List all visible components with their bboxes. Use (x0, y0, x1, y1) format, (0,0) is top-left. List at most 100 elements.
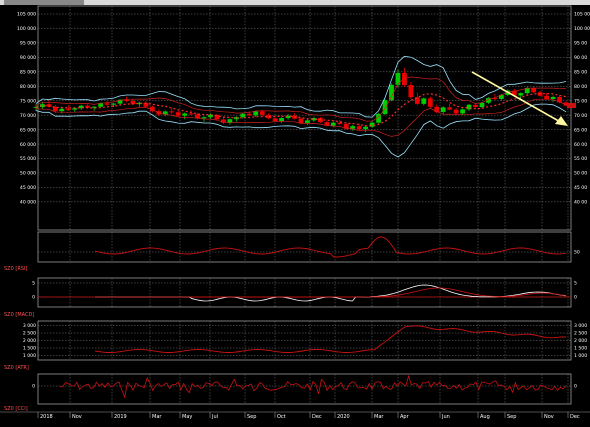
x-tick-label: 2020 (337, 414, 350, 420)
atr-right-tick-label: 3 000 (574, 323, 587, 329)
candle[interactable] (59, 108, 65, 112)
y-tick-label: 50 000 (20, 171, 36, 177)
y-tick-label: 80 000 (20, 84, 36, 90)
candle[interactable] (111, 103, 116, 105)
candle[interactable] (298, 118, 304, 123)
x-tick-label: Apr (400, 414, 410, 420)
y-right-tick-label: 45 00 (574, 185, 587, 191)
cci-line (59, 374, 567, 399)
candle[interactable] (440, 107, 446, 112)
x-tick-label: Sep (507, 414, 516, 420)
trading-chart[interactable]: 2018 Nov 2019 Mar May Jul Sep Oct Dec 2020 Mar Apr J… (0, 0, 590, 427)
candle[interactable] (460, 109, 465, 114)
candle[interactable] (473, 104, 478, 108)
candle[interactable] (453, 109, 459, 114)
macd-signal-line (95, 287, 567, 298)
candle[interactable] (350, 126, 356, 129)
candle[interactable] (272, 118, 278, 122)
y-right-tick-label: 55 00 (574, 156, 587, 162)
atr-line (94, 325, 566, 353)
panel-frame-cci (37, 373, 572, 405)
candle[interactable] (479, 102, 485, 108)
candle[interactable] (518, 93, 524, 96)
candle[interactable] (227, 119, 233, 123)
candle[interactable] (421, 98, 427, 104)
y-tick-label: 70 000 (20, 113, 36, 119)
y-right-tick-label: 60 00 (574, 142, 587, 148)
y-tick-label: 60 000 (20, 142, 36, 148)
cci-tick-label: 0 (32, 384, 35, 390)
y-right-tick-label: 65 00 (574, 127, 587, 133)
panel-frame-rsi (37, 231, 572, 263)
candle[interactable] (531, 87, 537, 93)
candle[interactable] (337, 122, 343, 125)
x-tick-label: Nov (544, 414, 554, 420)
candle[interactable] (124, 99, 129, 101)
atr-tick-label: 2 500 (23, 331, 36, 337)
candle[interactable] (395, 72, 401, 85)
y-tick-label: 105 000 (17, 12, 36, 18)
candle[interactable] (466, 104, 472, 110)
candle[interactable] (389, 84, 394, 101)
rsi-line (94, 236, 567, 258)
atr-right-tick-label: 2 000 (574, 338, 587, 344)
trend-arrow-line[interactable] (471, 71, 565, 125)
candle[interactable] (104, 103, 110, 105)
candle[interactable] (240, 113, 246, 118)
candle[interactable] (182, 113, 188, 116)
candle[interactable] (356, 126, 362, 130)
atr-tick-label: 3 000 (23, 323, 36, 329)
y-tick-label: 85 000 (20, 70, 36, 76)
candle[interactable] (330, 122, 336, 126)
candle[interactable] (427, 98, 433, 107)
candle[interactable] (402, 72, 407, 86)
candle[interactable] (246, 113, 252, 116)
candle[interactable] (408, 85, 414, 98)
macd-tick-label: 0 (32, 295, 35, 301)
candle[interactable] (550, 96, 556, 99)
trend-arrow-head (555, 116, 568, 126)
candle[interactable] (434, 106, 440, 112)
y-right-tick-label: 100 00 (574, 26, 590, 32)
macd-line (95, 284, 567, 302)
y-right-tick-label: 40 00 (574, 200, 587, 206)
candle[interactable] (188, 113, 194, 115)
candle[interactable] (175, 112, 181, 116)
candle[interactable] (259, 111, 265, 115)
y-right-tick-label: 50 00 (574, 171, 587, 177)
candle[interactable] (305, 120, 310, 123)
y-tick-label: 65 000 (20, 127, 36, 133)
x-tick-label: Dec (570, 414, 580, 420)
y-right-tick-label: 90 00 (574, 55, 587, 61)
candle[interactable] (544, 95, 550, 99)
candle[interactable] (382, 100, 388, 114)
atr-tick-label: 1 500 (23, 346, 36, 352)
x-tick-label: Aug (480, 414, 490, 420)
x-tick-label: Oct (277, 414, 286, 420)
y-tick-label: 100 000 (17, 26, 36, 32)
panel-frame-macd (37, 277, 572, 308)
candle[interactable] (363, 126, 369, 130)
candle[interactable] (65, 108, 71, 110)
atr-label: SZ0 [ATR] (4, 365, 29, 371)
x-tick-label: Sep (247, 414, 256, 420)
candle[interactable] (169, 111, 175, 113)
candle[interactable] (279, 118, 285, 122)
y-tick-label: 45 000 (20, 185, 36, 191)
y-right-tick-label: 70 00 (574, 113, 587, 119)
x-axis-strip (0, 411, 590, 427)
macd-label: SZ0 [MACD] (4, 312, 34, 318)
last-price-marker (567, 103, 576, 109)
y-right-tick-label: 105 00 (574, 12, 590, 18)
x-tick-label: Dec (312, 414, 322, 420)
y-right-tick-label: 95 00 (574, 41, 587, 47)
candle[interactable] (253, 111, 259, 116)
x-tick-label: 2018 (40, 414, 53, 420)
rsi-label: SZ0 [RSI] (4, 266, 27, 272)
y-tick-label: 90 000 (20, 55, 36, 61)
cci-right-tick-label: 0 (574, 384, 577, 390)
y-tick-label: 40 000 (20, 200, 36, 206)
candle[interactable] (447, 107, 453, 110)
candle[interactable] (201, 117, 207, 119)
rsi-tick-label: 50 (574, 250, 580, 256)
